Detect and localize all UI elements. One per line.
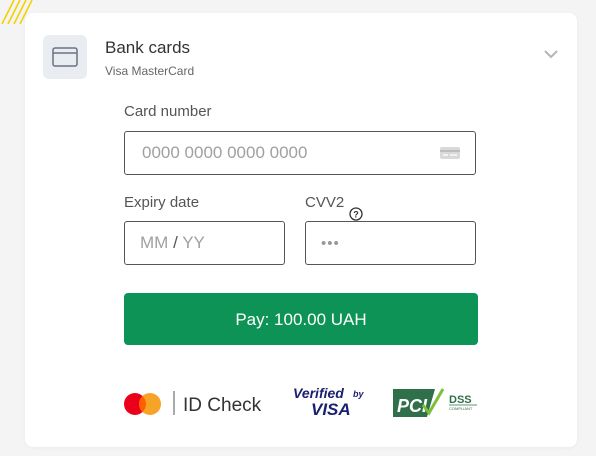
expiry-separator: / [173,233,178,252]
verified-by-visa-logo: Verified by VISA [293,385,364,419]
cvv-label: CVV2 [305,194,345,211]
compliant-text: COMPLIANT [449,406,473,411]
chevron-down-icon[interactable] [541,47,561,61]
expiry-year-placeholder: YY [182,233,205,252]
card-number-label: Card number [124,103,212,120]
verified-text: Verified [293,385,344,401]
cvv-placeholder: ••• [321,234,340,252]
expiry-date-label: Expiry date [124,194,200,211]
expiry-date-field[interactable]: MM / YY [124,221,285,265]
svg-text:?: ? [353,210,359,220]
security-badges: ID Check Verified by VISA PCI DSS COMPLI… [124,385,477,419]
mastercard-logo [124,393,161,415]
dss-text: DSS [449,394,472,406]
card-number-field[interactable] [124,131,476,175]
cvv-field[interactable]: ••• [305,221,476,265]
payment-card: Bank cards Visa MasterCard Card number E… [25,13,577,447]
id-check-text: ID Check [183,395,262,416]
visa-text: VISA [311,400,351,419]
question-circle-icon[interactable]: ? [349,207,363,221]
card-icon [43,35,87,79]
payment-method-title: Bank cards [105,38,191,57]
expiry-placeholder: MM / YY [125,233,205,253]
pay-button[interactable]: Pay: 100.00 UAH [124,293,478,345]
expiry-month-placeholder: MM [140,233,169,252]
payment-method-subtitle: Visa MasterCard [105,64,195,78]
verified-by-text: by [353,389,364,399]
card-number-input[interactable] [125,143,439,163]
card-small-icon [440,147,460,159]
pci-dss-logo: PCI DSS COMPLIANT [393,388,477,417]
